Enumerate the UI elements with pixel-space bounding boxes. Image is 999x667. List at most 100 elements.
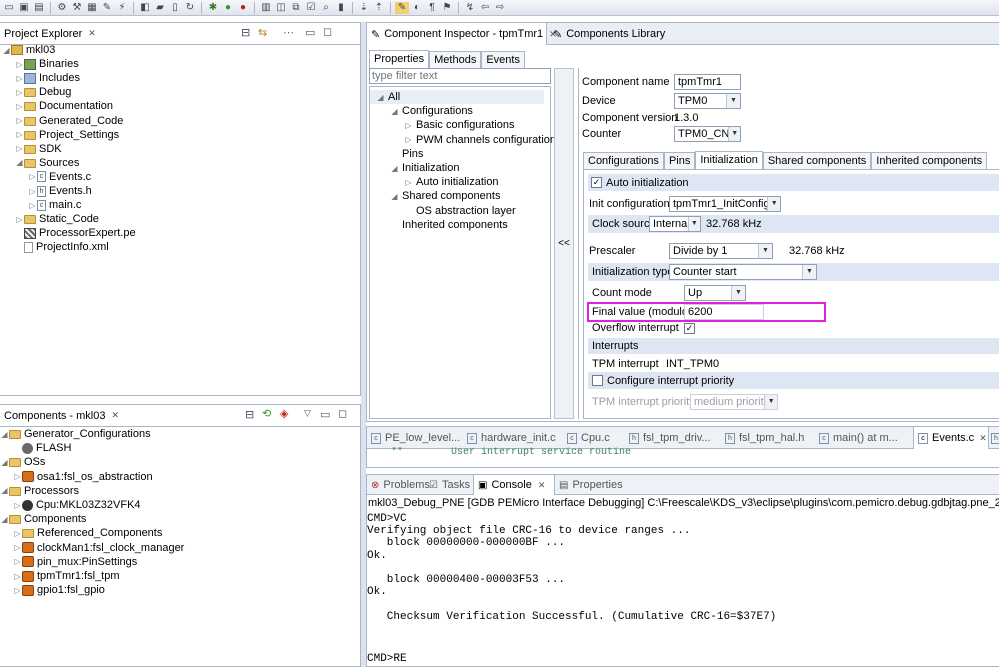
print-icon[interactable]: ▤	[32, 2, 46, 14]
tab-shared-components[interactable]: Shared components	[762, 152, 872, 169]
clock-source-select[interactable]: Internal ▼	[649, 216, 701, 232]
collapsed-arrow-icon[interactable]: ▷	[15, 130, 24, 139]
tree-item[interactable]: ▷ pin_mux:PinSettings	[13, 555, 137, 569]
collapsed-arrow-icon[interactable]: ▷	[13, 572, 22, 581]
collapsed-arrow-icon[interactable]: ▷	[15, 60, 24, 69]
collapsed-arrow-icon[interactable]: ▷	[13, 472, 22, 481]
tree-item[interactable]: ▷ tpmTmr1:fsl_tpm	[13, 569, 119, 583]
editor-tab-active[interactable]: c Events.c ✕	[913, 427, 989, 449]
collapsed-arrow-icon[interactable]: ▷	[404, 121, 413, 130]
tree-item[interactable]: ▷ c Events.c	[28, 170, 91, 184]
link-editor-icon[interactable]: ⇆	[258, 26, 267, 39]
hammer-icon[interactable]: ⚒	[70, 2, 84, 14]
book-icon[interactable]: ▮	[334, 2, 348, 14]
power-icon[interactable]: ⚡	[115, 2, 129, 14]
collapsed-arrow-icon[interactable]: ▷	[28, 201, 37, 210]
tree-item[interactable]: ▷ Binaries	[15, 57, 78, 71]
chevron-down-icon[interactable]: ▼	[758, 244, 772, 258]
tab-events[interactable]: Events	[481, 51, 525, 68]
tree-item[interactable]: ▷ Project_Settings	[15, 128, 119, 142]
collapsed-arrow-icon[interactable]: ◢	[0, 486, 9, 495]
collapsed-arrow-icon[interactable]: ▷	[13, 557, 22, 566]
tree-item[interactable]: ▷ Static_Code	[15, 212, 99, 226]
collapsed-arrow-icon[interactable]: ▷	[28, 172, 37, 181]
tab-tasks[interactable]: ☑ Tasks	[429, 475, 470, 495]
component-name-field[interactable]: tpmTmr1	[674, 74, 741, 90]
collapsed-arrow-icon[interactable]: ▷	[15, 215, 24, 224]
tree-item[interactable]: ▷ h Events.h	[28, 184, 91, 198]
collapsed-arrow-icon[interactable]: ▷	[15, 74, 24, 83]
tab-problems[interactable]: ⊗ Problems	[371, 475, 430, 495]
property-tree-item[interactable]: ▷ PWM channels configurations	[404, 133, 561, 147]
task-icon[interactable]: ☑	[304, 2, 318, 14]
maximize-icon[interactable]: ◻	[323, 25, 332, 38]
terminal-icon[interactable]: ▦	[85, 2, 99, 14]
prev-annotation-icon[interactable]: ⇡	[372, 2, 386, 14]
auto-init-checkbox[interactable]: ✓	[591, 177, 602, 188]
expanded-arrow-icon[interactable]: ◢	[2, 46, 11, 55]
open-type-icon[interactable]: ▥	[259, 2, 273, 14]
collapsed-arrow-icon[interactable]: ▷	[404, 135, 413, 144]
expanded-arrow-icon[interactable]: ◢	[390, 192, 399, 201]
tree-item[interactable]: ▷ SDK	[15, 142, 61, 156]
collapsed-arrow-icon[interactable]: ▷	[13, 543, 22, 552]
expanded-arrow-icon[interactable]: ◢	[376, 93, 385, 102]
collapse-all-icon[interactable]: ⊟	[241, 26, 250, 39]
pilcrow-icon[interactable]: ¶	[425, 2, 439, 14]
chevron-down-icon[interactable]: ▼	[731, 286, 745, 300]
collapsed-arrow-icon[interactable]: ▷	[13, 501, 22, 510]
folder-open-icon[interactable]: ▰	[153, 2, 167, 14]
tree-item[interactable]: ◢ Processors	[0, 484, 79, 498]
collapsed-arrow-icon[interactable]: ◢	[0, 515, 9, 524]
back-icon[interactable]: ⇦	[478, 2, 492, 14]
tree-item[interactable]: ▷ Documentation	[15, 99, 113, 113]
collapse-all-icon[interactable]: ⊟	[245, 408, 254, 421]
tree-item[interactable]: ▷ Generated_Code	[15, 114, 123, 128]
close-icon[interactable]: ✕	[538, 480, 546, 491]
device-select[interactable]: TPM0 ▼	[674, 93, 741, 109]
component-settings-icon[interactable]: ◈	[280, 407, 288, 420]
expanded-arrow-icon[interactable]: ◢	[15, 158, 24, 167]
collapsed-arrow-icon[interactable]: ▷	[15, 102, 24, 111]
search-icon[interactable]: ⌕	[319, 2, 333, 14]
collapsed-arrow-icon[interactable]: ▷	[15, 144, 24, 153]
collapsed-arrow-icon[interactable]: ◢	[0, 458, 9, 467]
tree-item[interactable]: ProjectInfo.xml	[15, 240, 109, 254]
property-tree-item[interactable]: ◢ Configurations	[390, 104, 473, 118]
editor-tab[interactable]: c PE_low_level...	[371, 427, 460, 449]
editor-tab[interactable]: c hardware_init.c	[467, 427, 556, 449]
next-edit-icon[interactable]: ↯	[463, 2, 477, 14]
prescaler-select[interactable]: Divide by 1 ▼	[669, 243, 773, 259]
property-tree-item[interactable]: ◢ All	[370, 90, 544, 104]
collapsed-arrow-icon[interactable]: ▷	[404, 178, 413, 187]
pin-icon[interactable]: ⚑	[440, 2, 454, 14]
package-icon[interactable]: ◫	[274, 2, 288, 14]
view-menu-icon[interactable]: ⋯	[283, 26, 294, 39]
tab-methods[interactable]: Methods	[429, 51, 482, 68]
tab-configurations[interactable]: Configurations	[583, 152, 664, 169]
collapsed-arrow-icon[interactable]: ▷	[28, 187, 37, 196]
close-icon[interactable]: ✕	[979, 433, 987, 444]
maximize-icon[interactable]: ◻	[338, 407, 347, 420]
property-tree-item[interactable]: OS abstraction layer	[404, 204, 516, 218]
property-tree-item[interactable]: Inherited components	[390, 218, 508, 232]
expanded-arrow-icon[interactable]: ◢	[390, 107, 399, 116]
chevron-down-icon[interactable]: ▼	[687, 217, 700, 231]
property-tree-item[interactable]: ▷ Auto initialization	[404, 175, 498, 189]
close-icon[interactable]: ✕	[112, 410, 120, 421]
filter-input[interactable]	[369, 68, 551, 84]
debug-icon[interactable]: ✱	[206, 2, 220, 14]
tab-properties[interactable]: Properties	[369, 50, 430, 68]
tree-item[interactable]: ▷ Debug	[15, 85, 71, 99]
close-icon[interactable]: ✕	[88, 28, 96, 39]
link-icon[interactable]: ⧉	[289, 2, 303, 14]
components-tab[interactable]: Components - mkl03 ✕ ⊟ ⟲ ◈ ▽ ▭ ◻	[0, 405, 361, 427]
property-tree-item[interactable]: ▷ Basic configurations	[404, 118, 514, 132]
tree-item[interactable]: ▷ Includes	[15, 71, 80, 85]
tree-item[interactable]: ▷ Referenced_Components	[13, 526, 162, 540]
tree-item[interactable]: ◢ Sources	[15, 156, 79, 170]
run-icon[interactable]: ●	[221, 2, 235, 14]
inspector-tab[interactable]: ✎ Component Inspector - tpmTmr1 ✕	[367, 23, 557, 45]
pen-icon[interactable]: ✎	[395, 1, 409, 14]
collapsed-arrow-icon[interactable]: ◢	[0, 430, 9, 439]
